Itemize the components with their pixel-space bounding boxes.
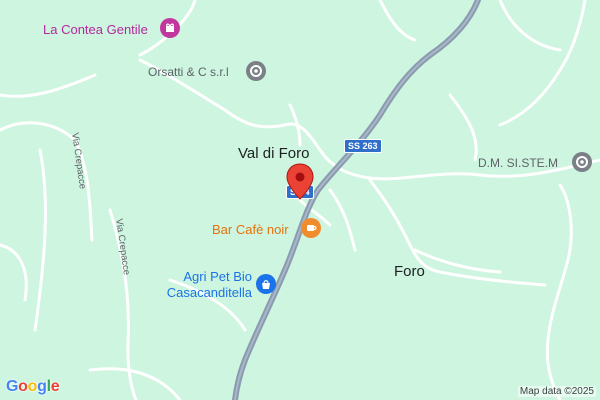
gift-shop-icon[interactable] [160,18,180,38]
poi-label-bar-cafe-noir[interactable]: Bar Cafè noir [212,222,289,237]
logo-letter: g [37,378,47,395]
road [498,0,562,52]
highway-ss263-centerline [234,0,479,400]
road [0,73,97,98]
place-label-val-di-foro[interactable]: Val di Foro [238,145,309,162]
location-pin-icon[interactable] [285,163,315,201]
logo-letter: G [6,378,19,395]
map-attribution[interactable]: Map data ©2025 [517,386,596,397]
highway-ss263 [232,0,481,400]
road [328,188,357,252]
business-pin-icon[interactable] [246,61,266,81]
road [498,0,587,127]
road [33,148,47,332]
road [0,243,28,302]
poi-label-dm-siste[interactable]: D.M. SI.STE.M [478,156,558,170]
road [448,93,478,162]
road [545,183,573,400]
logo-letter: e [50,378,60,395]
poi-label-agri-pet-bio[interactable]: Agri Pet Bio [178,269,252,285]
coffee-cup-icon[interactable] [301,218,321,238]
poi-label-agri-pet-bio-line2[interactable]: Casacanditella [162,285,252,301]
poi-label-orsatti[interactable]: Orsatti & C s.r.l [148,65,229,79]
poi-label-la-contea-gentile[interactable]: La Contea Gentile [43,22,148,37]
road-shield-ss263: SS 263 [344,139,382,153]
google-logo[interactable]: Google [6,378,60,396]
logo-letter: o [27,378,38,395]
place-label-foro[interactable]: Foro [394,263,425,280]
road [378,0,417,42]
logo-letter: o [18,378,28,395]
shopping-bag-icon[interactable] [256,274,276,294]
map-canvas[interactable]: Val di Foro Foro La Contea Gentile Orsat… [0,0,600,400]
business-pin-icon[interactable] [572,152,592,172]
poi-label-line: Agri Pet Bio [183,269,252,284]
poi-label-line: Casacanditella [166,285,252,300]
